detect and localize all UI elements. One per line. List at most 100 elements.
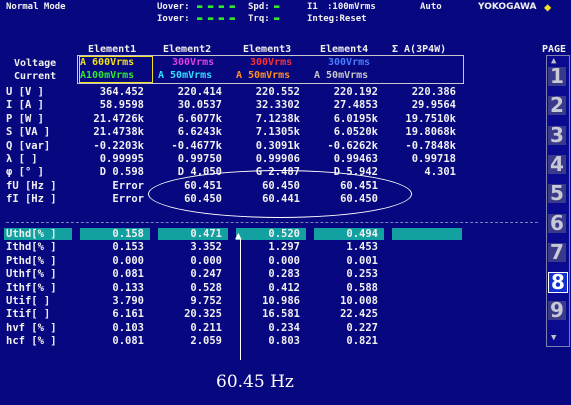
col-sigma: Σ A(3P4W)	[392, 44, 447, 55]
rows_bottom-cell: 20.325	[184, 308, 222, 321]
rows_bottom-cell: 0.588	[346, 281, 378, 294]
rows_top-cell: 7.1238k	[255, 112, 300, 125]
rows_bottom-cell: 3.790	[112, 295, 144, 307]
rows_top-cell: 220.386	[411, 86, 456, 98]
e2-voltage-range: 300Vrms	[172, 57, 215, 68]
rows_bottom-cell: 0.133	[112, 281, 144, 294]
e4-voltage-range: 300Vrms	[328, 57, 371, 68]
rows_top-cell: 6.6077k	[177, 112, 222, 125]
page-label: PAGE	[542, 44, 567, 55]
integ-status: Integ:Reset	[307, 14, 367, 24]
e1-current-range: A100mVrms	[80, 70, 135, 81]
rows_top-row-label: fI [Hz ]	[6, 193, 57, 206]
e1-voltage-range: A 600Vrms	[80, 57, 135, 68]
uthd-bar-sigma	[392, 228, 462, 240]
rows_top-cell: 27.4853	[333, 99, 378, 112]
rows_top-cell: -0.6262k	[327, 139, 378, 152]
rows_top-row-label: φ [° ]	[6, 166, 44, 179]
e2-current-range: A 50mVrms	[158, 70, 213, 81]
spd-label: Spd:	[248, 2, 270, 12]
uover-label: Uover:	[157, 2, 190, 12]
rows_top-cell: 30.0537	[177, 99, 222, 112]
scroll-down-icon[interactable]: ▼	[551, 333, 556, 343]
rows_top-cell: 29.9564	[411, 99, 456, 112]
e4-current-range: A 50mVrms	[314, 70, 369, 81]
rows_bottom-cell: 0.153	[112, 241, 144, 254]
uover-indicator: ▬ ▬ ▬ ▬	[197, 2, 235, 12]
rows_bottom-cell: 0.471	[190, 228, 222, 240]
page-item-2[interactable]: 2	[548, 95, 566, 116]
rows_bottom-cell: 0.103	[112, 321, 144, 334]
rows_bottom-row-label: hcf [% ]	[6, 335, 57, 348]
voltage-label: Voltage	[14, 58, 57, 69]
rows_top-cell: 6.0520k	[333, 126, 378, 139]
rows_bottom-cell: 0.528	[190, 281, 222, 294]
brand-logo: YOKOGAWA	[478, 2, 537, 12]
col-element2: Element2	[163, 44, 212, 55]
rows_bottom-row-label: Pthd[% ]	[6, 254, 57, 267]
rows_bottom-row-label: Utif[ ]	[6, 295, 51, 307]
rows_top-cell: 58.9598	[99, 99, 144, 112]
rows_top-cell: 0.99750	[177, 153, 222, 165]
frequency-highlight-ellipse	[148, 170, 412, 218]
iover-label: Iover:	[157, 14, 190, 24]
rows_bottom-cell: 0.158	[112, 228, 144, 240]
rows_top-cell: 220.414	[177, 86, 222, 98]
rows_bottom-cell: 0.253	[346, 268, 378, 281]
rows_top-cell: 21.4726k	[93, 112, 144, 125]
annotation-arrow-line	[240, 238, 241, 360]
rows_bottom-row-label: Ithd[% ]	[6, 241, 57, 254]
rows_top-cell: -0.7848k	[405, 139, 456, 152]
rows_bottom-row-label: Itif[ ]	[6, 308, 51, 321]
rows_top-cell: 0.99463	[333, 153, 378, 165]
page-item-3[interactable]: 3	[548, 125, 566, 145]
rows_top-cell: -0.4677k	[171, 139, 222, 152]
range-channel: I1	[307, 2, 318, 12]
rows_top-cell: 4.301	[424, 166, 456, 179]
rows_bottom-cell: 22.425	[340, 308, 378, 321]
rows_top-cell: 19.7510k	[405, 112, 456, 125]
annotation-text: 60.45 Hz	[216, 372, 294, 392]
rows_top-row-label: P [W ]	[6, 112, 44, 125]
page-item-7[interactable]: 7	[548, 242, 566, 262]
rows_top-cell: 0.99718	[411, 153, 456, 165]
rows_top-row-label: I [A ]	[6, 99, 44, 112]
rows_bottom-row-label: Ithf[% ]	[6, 281, 57, 294]
rows_top-row-label: U [V ]	[6, 86, 44, 98]
e3-voltage-range: 300Vrms	[250, 57, 293, 68]
e3-current-range: A 50mVrms	[236, 70, 291, 81]
iover-indicator: ▬ ▬ ▬ ▬	[197, 14, 235, 24]
rows_bottom-cell: 2.059	[190, 335, 222, 348]
rows_top-row-label: Q [var]	[6, 139, 51, 152]
rows_top-row-label: S [VA ]	[6, 126, 51, 139]
rows_bottom-row-label: hvf [% ]	[6, 321, 57, 334]
mode-label: Normal Mode	[6, 2, 66, 12]
rows_top-cell: 7.1305k	[255, 126, 300, 139]
rows_bottom-cell: 0.227	[346, 321, 378, 334]
scroll-up-icon[interactable]: ▲	[551, 56, 556, 66]
rows_bottom-cell: 10.008	[340, 295, 378, 307]
rows_top-row-label: fU [Hz ]	[6, 179, 57, 192]
rows_bottom-cell: 6.161	[112, 308, 144, 321]
rows_top-cell: 21.4738k	[93, 126, 144, 139]
page-item-8[interactable]: 8	[548, 272, 568, 294]
rows_top-cell: 220.552	[255, 86, 300, 98]
rows_top-cell: 220.192	[333, 86, 378, 98]
rows_bottom-cell: 0.000	[112, 254, 144, 267]
rows_top-cell: Error	[112, 179, 144, 192]
page-item-5[interactable]: 5	[548, 183, 566, 204]
rows_bottom-cell: 0.081	[112, 268, 144, 281]
rows_top-cell: 32.3302	[255, 99, 300, 112]
page-item-6[interactable]: 6	[548, 213, 566, 233]
page-item-9[interactable]: 9	[548, 300, 566, 321]
rows_top-row-label: λ [ ]	[6, 153, 38, 165]
rows_bottom-cell: 0.821	[346, 335, 378, 348]
rows_bottom-cell: 0.001	[346, 254, 378, 267]
rows_bottom-cell: 0.211	[190, 321, 222, 334]
rows_bottom-cell: 0.247	[190, 268, 222, 281]
rows_top-cell: 0.99906	[255, 153, 300, 165]
annotation-arrow-head-icon: ▲	[235, 229, 242, 242]
page-item-4[interactable]: 4	[548, 154, 566, 174]
brand-mark-icon: ◆	[544, 0, 552, 14]
page-item-1[interactable]: 1	[548, 66, 566, 86]
